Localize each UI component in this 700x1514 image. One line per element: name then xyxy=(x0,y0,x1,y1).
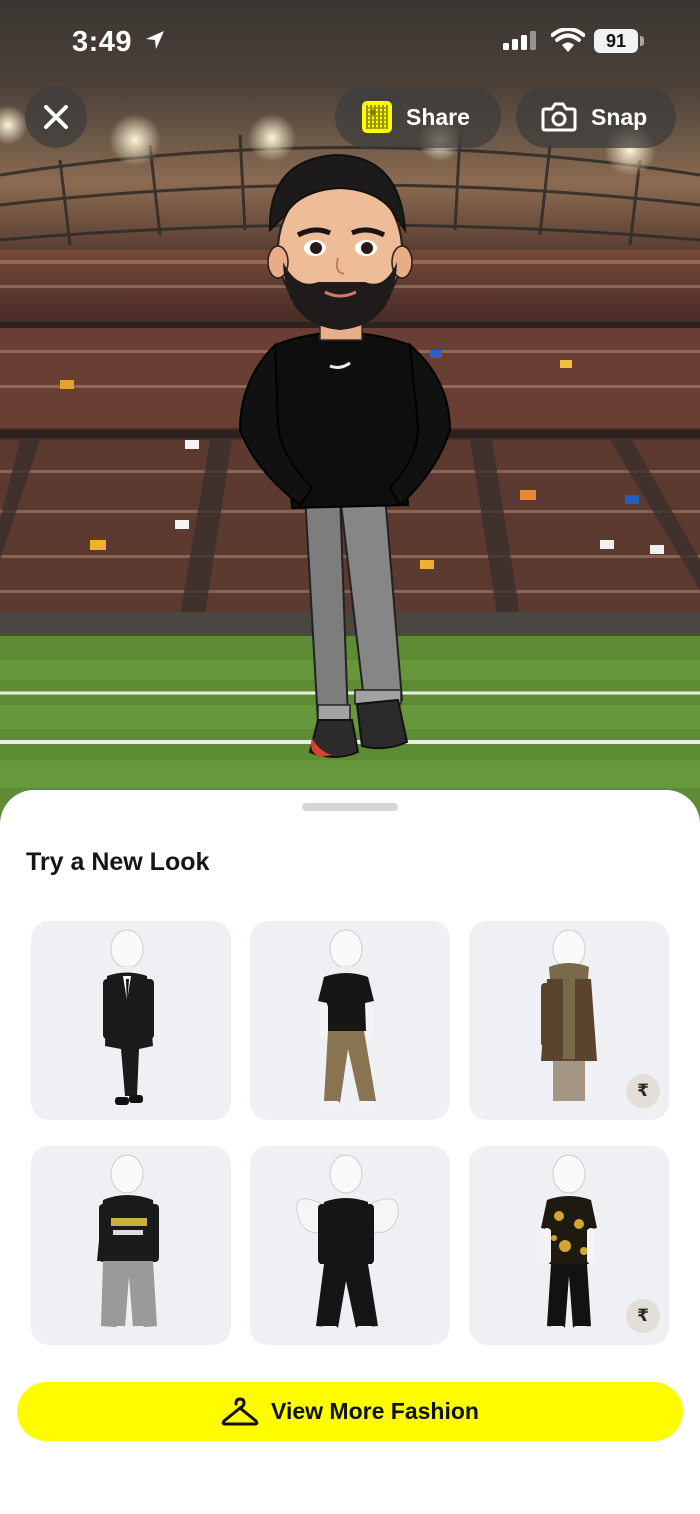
location-arrow-icon xyxy=(146,31,164,49)
cellular-signal-icon xyxy=(503,31,536,50)
outfit-mannequin-image xyxy=(318,929,376,1109)
outfit-mannequin-image xyxy=(103,929,154,1105)
outfit-card-baroque-shirt[interactable]: ₹ xyxy=(469,1146,669,1345)
battery-tip xyxy=(640,36,644,46)
share-button[interactable]: Share xyxy=(335,86,501,148)
premium-price-badge: ₹ xyxy=(626,1074,660,1108)
close-icon xyxy=(44,105,68,129)
view-more-fashion-button[interactable]: View More Fashion xyxy=(17,1382,683,1441)
snap-button[interactable]: Snap xyxy=(516,86,676,148)
outfit-card-angel-wings[interactable] xyxy=(250,1146,450,1345)
hanger-icon xyxy=(221,1397,259,1425)
battery-indicator: 91 xyxy=(594,29,638,53)
outfit-mannequin-image xyxy=(296,1154,399,1333)
status-bar: 3:49 91 xyxy=(0,0,700,84)
snapcode-icon xyxy=(362,101,392,133)
outfit-card-racing-jacket[interactable] xyxy=(31,1146,231,1345)
premium-price-badge: ₹ xyxy=(626,1299,660,1333)
camera-icon xyxy=(541,102,577,132)
outfit-mannequin-image xyxy=(97,1154,159,1333)
sheet-grabber[interactable] xyxy=(302,803,398,811)
outfit-card-brown-coat[interactable]: ₹ xyxy=(469,921,669,1120)
sheet-title: Try a New Look xyxy=(26,848,210,876)
status-time: 3:49 xyxy=(72,26,133,58)
wifi-icon xyxy=(551,28,585,52)
view-more-fashion-label: View More Fashion xyxy=(271,1398,479,1424)
share-label: Share xyxy=(406,103,470,130)
outfit-card-black-suit[interactable] xyxy=(31,921,231,1120)
outfit-grid: ₹ ₹ xyxy=(31,921,671,1345)
snap-label: Snap xyxy=(591,103,648,130)
close-button[interactable] xyxy=(25,86,87,148)
try-new-look-sheet: Try a New Look ₹ ₹ View More Fashion xyxy=(0,790,700,1514)
outfit-card-black-polo[interactable] xyxy=(250,921,450,1120)
